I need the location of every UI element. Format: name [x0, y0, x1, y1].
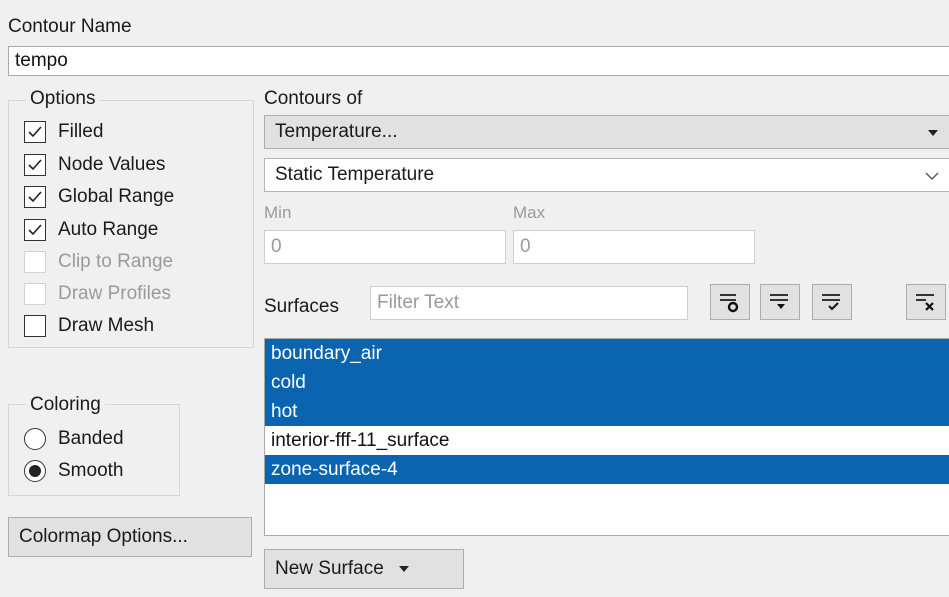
min-value: 0 [271, 236, 282, 257]
auto-range-checkbox[interactable]: Auto Range [24, 217, 158, 243]
contours-of-label: Contours of [264, 88, 363, 109]
filter-placeholder: Filter Text [377, 292, 460, 313]
deselect-all-button[interactable] [906, 284, 946, 320]
new-surface-label: New Surface [275, 558, 384, 579]
min-label: Min [264, 203, 292, 222]
colormap-options-button[interactable]: Colormap Options... [8, 517, 252, 557]
draw-profiles-label: Draw Profiles [58, 283, 171, 304]
contours-variable-dropdown[interactable]: Static Temperature [264, 158, 949, 192]
draw-profiles-checkbox[interactable]: Draw Profiles [24, 281, 171, 307]
list-item-interior-fff-11-surface[interactable]: interior-fff-11_surface [265, 426, 949, 455]
clip-to-range-checkbox[interactable]: Clip to Range [24, 249, 173, 275]
checkbox-box[interactable] [24, 219, 46, 241]
contours-category-dropdown[interactable]: Temperature... [264, 115, 949, 149]
new-surface-button[interactable]: New Surface [264, 549, 464, 589]
radio-circle[interactable] [24, 460, 46, 482]
checkbox-box[interactable] [24, 283, 46, 305]
filled-checkbox[interactable]: Filled [24, 119, 103, 145]
filled-label: Filled [58, 121, 104, 142]
node-values-checkbox[interactable]: Node Values [24, 152, 165, 178]
deselect-all-icon [916, 294, 934, 311]
dropdown-arrow-icon [398, 566, 409, 572]
coloring-title: Coloring [26, 394, 105, 416]
filter-options-button[interactable] [710, 284, 750, 320]
filter-list-icon [770, 294, 788, 309]
chevron-down-icon [925, 164, 939, 186]
checkbox-box[interactable] [24, 315, 46, 337]
max-field[interactable]: 0 [513, 230, 755, 264]
contours-category-value: Temperature... [275, 121, 398, 142]
filter-settings-icon [720, 294, 739, 313]
contour-name-label: Contour Name [8, 16, 132, 37]
banded-radio[interactable]: Banded [24, 426, 124, 452]
contour-name-input[interactable] [8, 46, 949, 76]
list-item-cold[interactable]: cold [265, 368, 949, 397]
checkbox-box[interactable] [24, 186, 46, 208]
checkbox-box[interactable] [24, 121, 46, 143]
contours-variable-value: Static Temperature [275, 164, 435, 185]
draw-mesh-label: Draw Mesh [58, 315, 155, 336]
surfaces-filter-input[interactable]: Filter Text [370, 286, 688, 320]
banded-label: Banded [58, 428, 124, 449]
list-item-hot[interactable]: hot [265, 397, 949, 426]
checkbox-box[interactable] [24, 251, 46, 273]
min-field[interactable]: 0 [264, 230, 506, 264]
list-item-zone-surface-4[interactable]: zone-surface-4 [265, 455, 949, 484]
global-range-checkbox[interactable]: Global Range [24, 184, 174, 210]
clip-to-range-label: Clip to Range [58, 251, 174, 272]
surfaces-label: Surfaces [264, 296, 339, 317]
node-values-label: Node Values [58, 154, 166, 175]
select-all-icon [822, 294, 840, 311]
select-all-button[interactable] [812, 284, 852, 320]
dropdown-arrow-icon [927, 121, 939, 143]
surfaces-list[interactable]: boundary_air cold hot interior-fff-11_su… [264, 338, 949, 536]
smooth-label: Smooth [58, 460, 124, 481]
smooth-radio[interactable]: Smooth [24, 458, 123, 484]
draw-mesh-checkbox[interactable]: Draw Mesh [24, 313, 154, 339]
global-range-label: Global Range [58, 186, 175, 207]
radio-circle[interactable] [24, 428, 46, 450]
auto-range-label: Auto Range [58, 219, 159, 240]
max-value: 0 [520, 236, 531, 257]
filter-dropdown-button[interactable] [760, 284, 800, 320]
checkbox-box[interactable] [24, 154, 46, 176]
max-label: Max [513, 203, 546, 222]
options-title: Options [26, 88, 100, 110]
list-item-boundary-air[interactable]: boundary_air [265, 339, 949, 368]
